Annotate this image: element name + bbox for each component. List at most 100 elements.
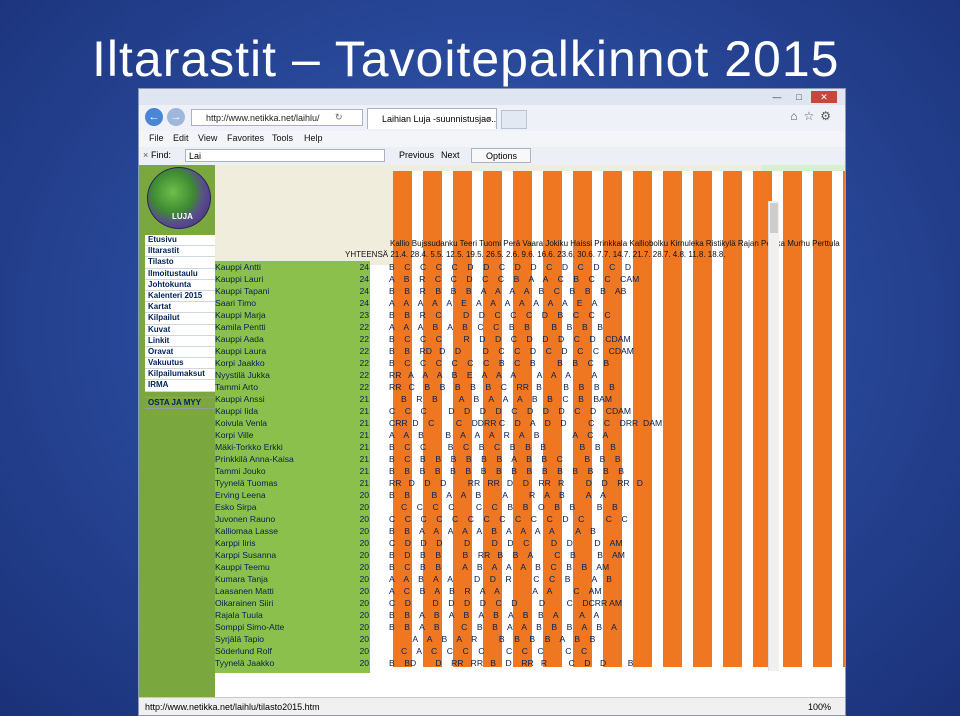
table-row: Kauppi Marja 23 B B R C D D C C C D B C C … bbox=[215, 309, 761, 321]
close-window-icon[interactable]: ✕ bbox=[811, 91, 837, 103]
sidebar-item-etusivu[interactable]: Etusivu bbox=[145, 235, 215, 247]
participant-name: Saari Timo bbox=[215, 298, 257, 308]
status-url: http://www.netikka.net/laihlu/tilasto201… bbox=[145, 702, 320, 712]
sidebar-item-irma[interactable]: IRMA bbox=[145, 380, 215, 392]
participant-marks: C C C C C C B B O B B B B bbox=[389, 502, 618, 512]
table-row: Tammi Jouko 21 B B B B B B B B B B B B B B… bbox=[215, 465, 761, 477]
participant-points: 21 bbox=[359, 454, 369, 464]
participant-points: 20 bbox=[359, 634, 369, 644]
participant-marks: RR D D D RR RR D D RR R D D RR D bbox=[389, 478, 644, 488]
participant-name: Juvonen Rauno bbox=[215, 514, 276, 524]
participant-points: 20 bbox=[359, 562, 369, 572]
find-next-button[interactable]: Next bbox=[441, 150, 460, 160]
sidebar-item-johtokunta[interactable]: Johtokunta bbox=[145, 280, 215, 291]
find-options-button[interactable]: Options bbox=[471, 148, 531, 163]
participant-marks: C D D D D D C D D C DCRR AM bbox=[389, 598, 623, 608]
participant-marks: B C C C C C C B C B B B C B bbox=[389, 358, 610, 368]
new-tab-button[interactable] bbox=[501, 110, 527, 129]
participant-name: Kamila Pentti bbox=[215, 322, 266, 332]
participant-points: 22 bbox=[359, 346, 369, 356]
menu-edit[interactable]: Edit bbox=[173, 133, 189, 143]
participant-points: 20 bbox=[359, 658, 369, 668]
sidebar-item-tilasto[interactable]: Tilasto bbox=[145, 257, 215, 269]
participant-name: Tyynelä Jaakko bbox=[215, 658, 275, 668]
sidebar-item-kalenteri[interactable]: Kalenteri 2015 bbox=[145, 291, 215, 303]
sidebar-item-vakuutus[interactable]: Vakuutus bbox=[145, 358, 215, 370]
vertical-scrollbar[interactable] bbox=[768, 201, 779, 671]
sidebar-item-ilmoitustaulu[interactable]: Ilmoitustaulu bbox=[145, 269, 215, 280]
participant-name: Erving Leena bbox=[215, 490, 266, 500]
table-row: Nyystilä Jukka 22 RR A A A B E A A A A A A… bbox=[215, 369, 761, 381]
table-row: Erving Leena 20 B B B A A B A R A B A A bbox=[215, 489, 761, 501]
sidebar-item-kilpailumaksut[interactable]: Kilpailumaksut bbox=[145, 369, 215, 381]
participant-marks: B B RD D D D C C D C D C C CDAM bbox=[389, 346, 634, 356]
participant-points: 20 bbox=[359, 514, 369, 524]
sidebar-item-linkit[interactable]: Linkit bbox=[145, 336, 215, 347]
table-row: Söderlund Rolf 20 C A C C C C C C C C C bbox=[215, 645, 761, 657]
refresh-icon[interactable]: ↻ bbox=[335, 109, 343, 126]
participant-name: Esko Sirpa bbox=[215, 502, 257, 512]
participant-points: 20 bbox=[359, 610, 369, 620]
table-row: Kauppi Iida 21 C C C D D D D C D D D C D C… bbox=[215, 405, 761, 417]
back-arrow-icon[interactable]: ← bbox=[145, 108, 163, 126]
week-column bbox=[843, 171, 845, 667]
participant-points: 21 bbox=[359, 442, 369, 452]
participant-marks: B C C C R D D C D D D C D CDAM bbox=[389, 334, 631, 344]
forward-arrow-icon[interactable]: → bbox=[167, 108, 185, 126]
participant-marks: B BD D RR RR B D RR R C D D B bbox=[389, 658, 634, 668]
window-titlebar: — □ ✕ bbox=[139, 89, 845, 105]
favorites-star-icon[interactable]: ☆ bbox=[803, 109, 820, 123]
table-row: Syrjälä Tapio 20 A A B A R B B B B A B B bbox=[215, 633, 761, 645]
table-row: Kamila Pentti 22 A A A B A B C C B B B B B… bbox=[215, 321, 761, 333]
find-input[interactable]: Lai bbox=[185, 149, 385, 162]
find-previous-button[interactable]: Previous bbox=[399, 150, 434, 160]
participant-points: 22 bbox=[359, 322, 369, 332]
minimize-icon[interactable]: — bbox=[767, 91, 787, 103]
settings-gear-icon[interactable]: ⚙ bbox=[820, 109, 837, 123]
tab-close-icon[interactable]: × bbox=[487, 109, 492, 129]
scrollbar-thumb[interactable] bbox=[770, 203, 778, 233]
table-row: Laasanen Matti 20 A C B A B R A A A A C AM bbox=[215, 585, 761, 597]
table-row: Oikarainen Siiri 20 C D D D D D C D D C DC… bbox=[215, 597, 761, 609]
participant-marks: A A B A A D D R C C B A B bbox=[389, 574, 613, 584]
menu-view[interactable]: View bbox=[198, 133, 217, 143]
tab-title: Laihian Luja -suunnistusjao... bbox=[382, 114, 497, 124]
menu-help[interactable]: Help bbox=[304, 133, 323, 143]
participant-marks: B C C B C B C B B B B B B bbox=[389, 442, 616, 452]
participant-points: 20 bbox=[359, 490, 369, 500]
sidebar-item-kilpailut[interactable]: Kilpailut bbox=[145, 313, 215, 325]
table-row: Tammi Arto 22 RR C B B B B B C RR B B B B … bbox=[215, 381, 761, 393]
participant-name: Nyystilä Jukka bbox=[215, 370, 270, 380]
participant-points: 21 bbox=[359, 406, 369, 416]
zoom-level[interactable]: 100% bbox=[808, 698, 831, 715]
maximize-icon[interactable]: □ bbox=[789, 91, 809, 103]
participant-name: Laasanen Matti bbox=[215, 586, 274, 596]
sidebar-item-iltarastit[interactable]: Iltarastit bbox=[145, 246, 215, 258]
home-icon[interactable]: ⌂ bbox=[790, 109, 803, 123]
menu-tools[interactable]: Tools bbox=[272, 133, 293, 143]
sidebar-item-kuvat[interactable]: Kuvat bbox=[145, 325, 215, 336]
menu-file[interactable]: File bbox=[149, 133, 164, 143]
table-row: Rajala Tuula 20 B B A B A B A B A B B A A … bbox=[215, 609, 761, 621]
participant-marks: A A A A A E A A A A A A A E A bbox=[389, 298, 598, 308]
participant-points: 20 bbox=[359, 586, 369, 596]
table-row: Koivula Venla 21 CRR D C C DDRR C D A D D … bbox=[215, 417, 761, 429]
find-close-icon[interactable]: × bbox=[143, 150, 148, 160]
table-row: Kumara Tanja 20 A A B A A D D R C C B A B bbox=[215, 573, 761, 585]
table-row: Kalliomaa Lasse 20 B B A A A A A B A A A A… bbox=[215, 525, 761, 537]
sidebar-item-kartat[interactable]: Kartat bbox=[145, 302, 215, 314]
browser-window: — □ ✕ ← → http://www.netikka.net/laihlu/… bbox=[138, 88, 846, 716]
participant-name: Kauppi Iida bbox=[215, 406, 259, 416]
sidebar: LUJA Etusivu Iltarastit Tilasto Ilmoitus… bbox=[139, 165, 218, 697]
table-row: Prinkkilä Anna-Kaisa 21 B C B B B B B B A … bbox=[215, 453, 761, 465]
participant-points: 21 bbox=[359, 478, 369, 488]
sidebar-item-osta-ja-myy[interactable]: OSTA JA MYY bbox=[145, 397, 218, 409]
participant-marks: A A A B A B C C B B B B B B bbox=[389, 322, 603, 332]
participant-points: 20 bbox=[359, 502, 369, 512]
participant-marks: C C C D D D D C D D D C D CDAM bbox=[389, 406, 632, 416]
table-row: Kauppi Lauri 24 A B R C C D C C B A A C B … bbox=[215, 273, 761, 285]
menu-favorites[interactable]: Favorites bbox=[227, 133, 264, 143]
sidebar-item-oravat[interactable]: Oravat bbox=[145, 347, 215, 359]
browser-tab[interactable]: Laihian Luja -suunnistusjao... × bbox=[367, 108, 497, 129]
participant-marks: C A C C C C C C C C C bbox=[389, 646, 588, 656]
